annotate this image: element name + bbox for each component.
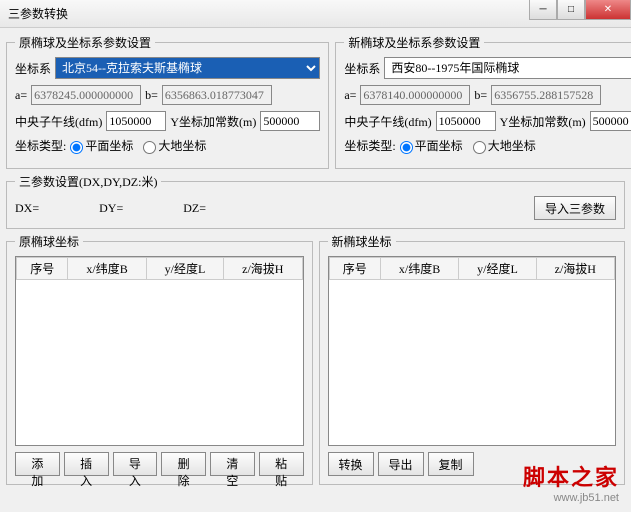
titlebar: 三参数转换 ─ □ ✕ (0, 0, 631, 28)
dst-action-button[interactable]: 导出 (378, 452, 424, 476)
watermark: 脚本之家 www.jb51.net (523, 460, 619, 504)
dst-type-label: 坐标类型: (344, 137, 395, 154)
src-b-input (162, 85, 272, 105)
dz-label: DZ= (183, 201, 206, 216)
src-yconst-label: Y坐标加常数(m) (170, 113, 256, 130)
table-header[interactable]: 序号 (329, 258, 380, 280)
src-coord-legend: 原椭球坐标 (15, 233, 83, 250)
table-header[interactable]: 序号 (17, 258, 68, 280)
dst-legend: 新椭球及坐标系参数设置 (344, 34, 484, 51)
table-header[interactable]: y/经度L (146, 258, 223, 280)
dx-label: DX= (15, 201, 39, 216)
src-coord-table[interactable]: 序号x/纬度By/经度Lz/海拔H (15, 256, 304, 446)
src-action-button[interactable]: 导入 (113, 452, 158, 476)
dst-yconst-input[interactable] (590, 111, 631, 131)
dst-coord-label: 坐标系 (344, 60, 380, 77)
dst-a-input (360, 85, 470, 105)
close-button[interactable]: ✕ (585, 0, 631, 20)
src-legend: 原椭球及坐标系参数设置 (15, 34, 155, 51)
dst-ellipsoid-group: 新椭球及坐标系参数设置 坐标系 西安80--1975年国际椭球 a= b= 中央… (335, 34, 631, 169)
table-header[interactable]: y/经度L (459, 258, 536, 280)
dst-coord-legend: 新椭球坐标 (328, 233, 396, 250)
src-action-button[interactable]: 插入 (64, 452, 109, 476)
src-a-input (31, 85, 141, 105)
minimize-button[interactable]: ─ (529, 0, 557, 20)
src-b-label: b= (145, 88, 158, 103)
src-action-button[interactable]: 添加 (15, 452, 60, 476)
src-type-plane-radio[interactable]: 平面坐标 (70, 137, 133, 154)
src-coord-select[interactable]: 北京54--克拉索夫斯基椭球 (55, 57, 320, 79)
dst-coord-select[interactable]: 西安80--1975年国际椭球 (384, 57, 631, 79)
dy-label: DY= (99, 201, 123, 216)
src-ellipsoid-group: 原椭球及坐标系参数设置 坐标系 北京54--克拉索夫斯基椭球 a= b= 中央子… (6, 34, 329, 169)
dst-type-geod-radio[interactable]: 大地坐标 (473, 137, 536, 154)
src-meridian-input[interactable] (106, 111, 166, 131)
dst-a-label: a= (344, 88, 356, 103)
table-header[interactable]: z/海拔H (224, 258, 302, 280)
src-meridian-label: 中央子午线(dfm) (15, 113, 102, 130)
src-action-button[interactable]: 粘贴 (259, 452, 304, 476)
three-param-legend: 三参数设置(DX,DY,DZ:米) (15, 173, 161, 190)
dst-meridian-label: 中央子午线(dfm) (344, 113, 431, 130)
dst-coord-table[interactable]: 序号x/纬度By/经度Lz/海拔H (328, 256, 617, 446)
src-a-label: a= (15, 88, 27, 103)
src-coord-group: 原椭球坐标 序号x/纬度By/经度Lz/海拔H 添加插入导入删除清空粘贴 (6, 233, 313, 485)
src-coord-label: 坐标系 (15, 60, 51, 77)
src-type-label: 坐标类型: (15, 137, 66, 154)
table-header[interactable]: x/纬度B (380, 258, 458, 280)
table-header[interactable]: x/纬度B (68, 258, 146, 280)
src-yconst-input[interactable] (260, 111, 320, 131)
src-action-button[interactable]: 清空 (210, 452, 255, 476)
dst-action-button[interactable]: 转换 (328, 452, 374, 476)
dst-b-label: b= (474, 88, 487, 103)
src-action-button[interactable]: 删除 (161, 452, 206, 476)
dst-coord-group: 新椭球坐标 序号x/纬度By/经度Lz/海拔H 转换导出复制 (319, 233, 626, 485)
src-type-geod-radio[interactable]: 大地坐标 (143, 137, 206, 154)
dst-yconst-label: Y坐标加常数(m) (500, 113, 586, 130)
dst-action-button[interactable]: 复制 (428, 452, 474, 476)
three-param-group: 三参数设置(DX,DY,DZ:米) DX= DY= DZ= 导入三参数 (6, 173, 625, 229)
maximize-button[interactable]: □ (557, 0, 585, 20)
dst-meridian-input[interactable] (436, 111, 496, 131)
import-three-param-button[interactable]: 导入三参数 (534, 196, 616, 220)
window-title: 三参数转换 (8, 5, 68, 22)
dst-type-plane-radio[interactable]: 平面坐标 (400, 137, 463, 154)
dst-b-input (491, 85, 601, 105)
table-header[interactable]: z/海拔H (536, 258, 614, 280)
